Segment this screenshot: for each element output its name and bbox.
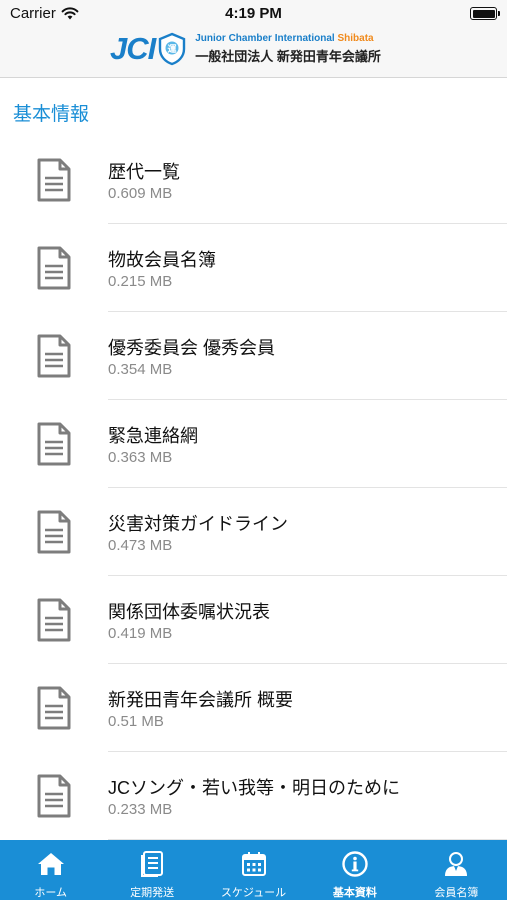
document-name: 歴代一覧: [108, 162, 180, 182]
document-icon: [36, 510, 72, 554]
document-name: 新発田青年会議所 概要: [108, 690, 293, 710]
document-name: 緊急連絡網: [108, 426, 198, 446]
document-name: 優秀委員会 優秀会員: [108, 338, 276, 358]
document-size: 0.215 MB: [108, 273, 173, 290]
calendar-icon: [239, 849, 269, 879]
document-row[interactable]: 関係団体委嘱状況表 0.419 MB: [0, 576, 507, 664]
logo-text: JCI: [110, 31, 156, 66]
document-row[interactable]: 災害対策ガイドライン 0.473 MB: [0, 488, 507, 576]
document-size: 0.51 MB: [108, 713, 164, 730]
document-icon: [36, 686, 72, 730]
document-size: 0.354 MB: [108, 361, 173, 378]
document-row[interactable]: 新発田青年会議所 概要 0.51 MB: [0, 664, 507, 752]
org-name-block: Junior Chamber International Shibata 一般社…: [195, 33, 381, 65]
section-title: 基本情報: [13, 104, 90, 125]
status-bar: Carrier 4:19 PM: [0, 0, 507, 28]
document-icon: [36, 246, 72, 290]
document-size: 0.363 MB: [108, 449, 173, 466]
document-name: 物故会員名簿: [108, 250, 216, 270]
home-icon: [36, 849, 66, 879]
tab-newsletter[interactable]: 定期発送: [101, 840, 202, 900]
document-size: 0.473 MB: [108, 537, 173, 554]
status-time: 4:19 PM: [225, 5, 282, 22]
org-name-jp: 一般社団法人 新発田青年会議所: [195, 49, 381, 64]
document-row[interactable]: 物故会員名簿 0.215 MB: [0, 224, 507, 312]
document-name: 災害対策ガイドライン: [108, 514, 288, 534]
document-name: 関係団体委嘱状況表: [108, 602, 270, 622]
info-icon: [340, 849, 370, 879]
jci-logo: JCI 運 Junior Chamber International Shiba…: [110, 31, 381, 67]
document-list: 歴代一覧 0.609 MB 物故会員名簿 0.215 MB 優秀委員会 優秀会員 0.35…: [0, 136, 507, 840]
tab-documents[interactable]: 基本資料: [304, 840, 405, 900]
document-row[interactable]: JCソング・若い我等・明日のために 0.233 MB: [0, 752, 507, 840]
app-header: JCI 運 Junior Chamber International Shiba…: [0, 28, 507, 78]
document-size: 0.609 MB: [108, 185, 173, 202]
newsletter-icon: [137, 849, 167, 879]
emblem-char: 運: [168, 44, 177, 55]
tab-label: 基本資料: [332, 887, 377, 899]
org-name-en-main: Junior Chamber International: [195, 33, 335, 44]
tab-bar: ホーム 定期発送 スケジュール 基本資料 会員名簿: [0, 840, 507, 900]
jci-emblem-icon: 運: [159, 32, 186, 66]
tab-members[interactable]: 会員名簿: [406, 840, 507, 900]
tab-label: スケジュール: [220, 887, 287, 899]
document-icon: [36, 158, 72, 202]
battery-icon: [470, 7, 500, 20]
document-row[interactable]: 緊急連絡網 0.363 MB: [0, 400, 507, 488]
tab-home[interactable]: ホーム: [0, 840, 101, 900]
member-icon: [441, 849, 471, 879]
document-size: 0.419 MB: [108, 625, 173, 642]
document-icon: [36, 334, 72, 378]
document-icon: [36, 598, 72, 642]
document-name: JCソング・若い我等・明日のために: [108, 778, 400, 798]
tab-label: 定期発送: [130, 887, 175, 899]
document-icon: [36, 422, 72, 466]
document-row[interactable]: 歴代一覧 0.609 MB: [0, 136, 507, 224]
org-name-en: Junior Chamber International Shibata: [195, 33, 381, 44]
org-name-en-city: Shibata: [337, 33, 374, 44]
tab-schedule[interactable]: スケジュール: [203, 840, 304, 900]
document-icon: [36, 774, 72, 818]
document-size: 0.233 MB: [108, 801, 173, 818]
tab-label: ホーム: [34, 887, 68, 899]
tab-label: 会員名簿: [434, 887, 479, 899]
document-row[interactable]: 優秀委員会 優秀会員 0.354 MB: [0, 312, 507, 400]
